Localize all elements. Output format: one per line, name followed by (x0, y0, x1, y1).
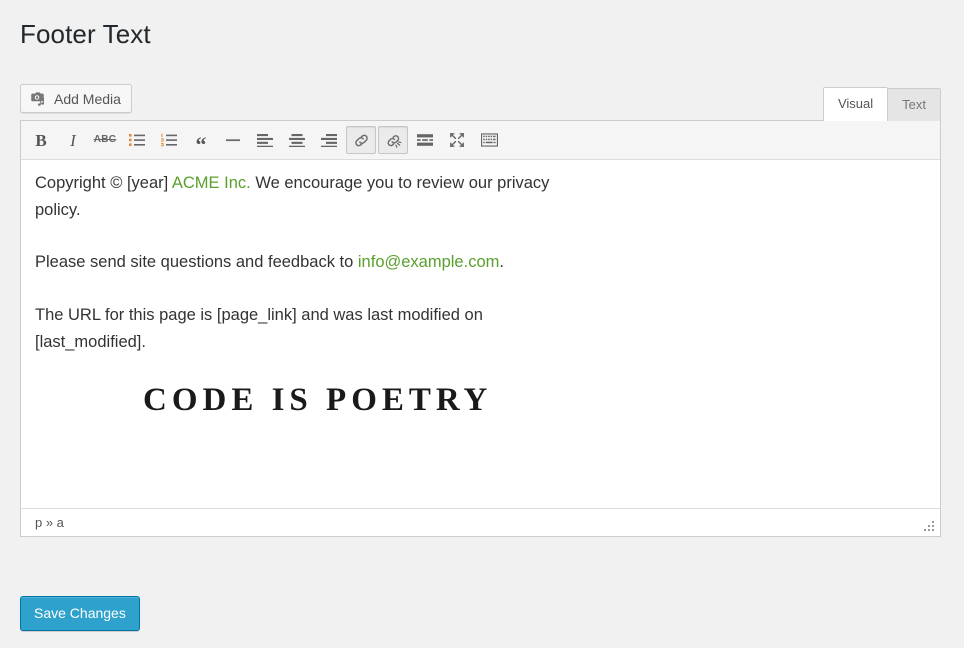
remove-link-button[interactable] (378, 126, 408, 154)
blockquote-icon: “ (195, 131, 207, 157)
italic-icon: I (70, 130, 76, 150)
page-title: Footer Text (20, 19, 151, 49)
paragraph-text: Please send site questions and feedback … (35, 253, 358, 272)
strikethrough-button[interactable]: ABC (90, 126, 120, 154)
code-is-poetry-text: CODE IS POETRY (143, 381, 493, 418)
email-link[interactable]: info@example.com (358, 253, 499, 271)
code-is-poetry-image: CODE IS POETRY (35, 382, 926, 418)
editor-status-bar: p » a (21, 508, 940, 536)
tab-text[interactable]: Text (887, 88, 941, 121)
kitchen-sink-icon (480, 133, 498, 147)
fullscreen-icon (449, 132, 465, 148)
insert-read-more-button[interactable] (410, 126, 440, 154)
align-right-button[interactable] (314, 126, 344, 154)
resize-handle[interactable] (922, 519, 936, 533)
formatting-toolbar: B I ABC “ (21, 121, 940, 160)
element-path: p » a (35, 515, 64, 530)
add-media-label: Add Media (54, 90, 121, 107)
link-icon (353, 132, 370, 149)
distraction-free-button[interactable] (442, 126, 472, 154)
content-paragraph: Please send site questions and feedback … (35, 249, 595, 276)
align-center-icon (289, 133, 305, 147)
acme-inc-link[interactable]: ACME Inc. (172, 174, 251, 192)
paragraph-text: . (499, 253, 504, 272)
editor-container: B I ABC “ Copyright © [year] ACME Inc. W… (20, 120, 941, 537)
numbered-list-button[interactable] (154, 126, 184, 154)
editor-content-area[interactable]: Copyright © [year] ACME Inc. We encourag… (21, 160, 940, 508)
horizontal-rule-button[interactable] (218, 126, 248, 154)
add-media-button[interactable]: Add Media (20, 84, 132, 113)
italic-button[interactable]: I (58, 126, 88, 154)
tab-visual[interactable]: Visual (822, 87, 889, 121)
align-left-icon (257, 133, 273, 147)
numbered-list-icon (161, 133, 177, 147)
strikethrough-icon: ABC (93, 134, 117, 145)
editor-toolbar-row: Add Media Visual Text (20, 84, 941, 121)
align-right-icon (321, 133, 337, 147)
editor-wrapper: Add Media Visual Text B I ABC “ Copyrigh… (20, 84, 941, 537)
content-paragraph: The URL for this page is [page_link] and… (35, 306, 483, 351)
bulleted-list-button[interactable] (122, 126, 152, 154)
horizontal-rule-icon (225, 133, 241, 147)
add-media-icon (30, 90, 48, 108)
blockquote-button[interactable]: “ (186, 126, 216, 157)
align-center-button[interactable] (282, 126, 312, 154)
bold-icon: B (35, 130, 47, 150)
align-left-button[interactable] (250, 126, 280, 154)
read-more-icon (417, 133, 433, 147)
paragraph-text: Copyright © [year] (35, 174, 172, 192)
insert-link-button[interactable] (346, 126, 376, 154)
editor-mode-tabs: Visual Text (822, 87, 941, 121)
unlink-icon (385, 132, 402, 149)
content-paragraph: Copyright © [year] ACME Inc. We encourag… (35, 170, 595, 223)
submit-row: Save Changes (20, 596, 140, 631)
toolbar-toggle-button[interactable] (474, 126, 504, 154)
save-changes-button[interactable]: Save Changes (20, 596, 140, 631)
bulleted-list-icon (129, 133, 145, 147)
bold-button[interactable]: B (26, 126, 56, 154)
